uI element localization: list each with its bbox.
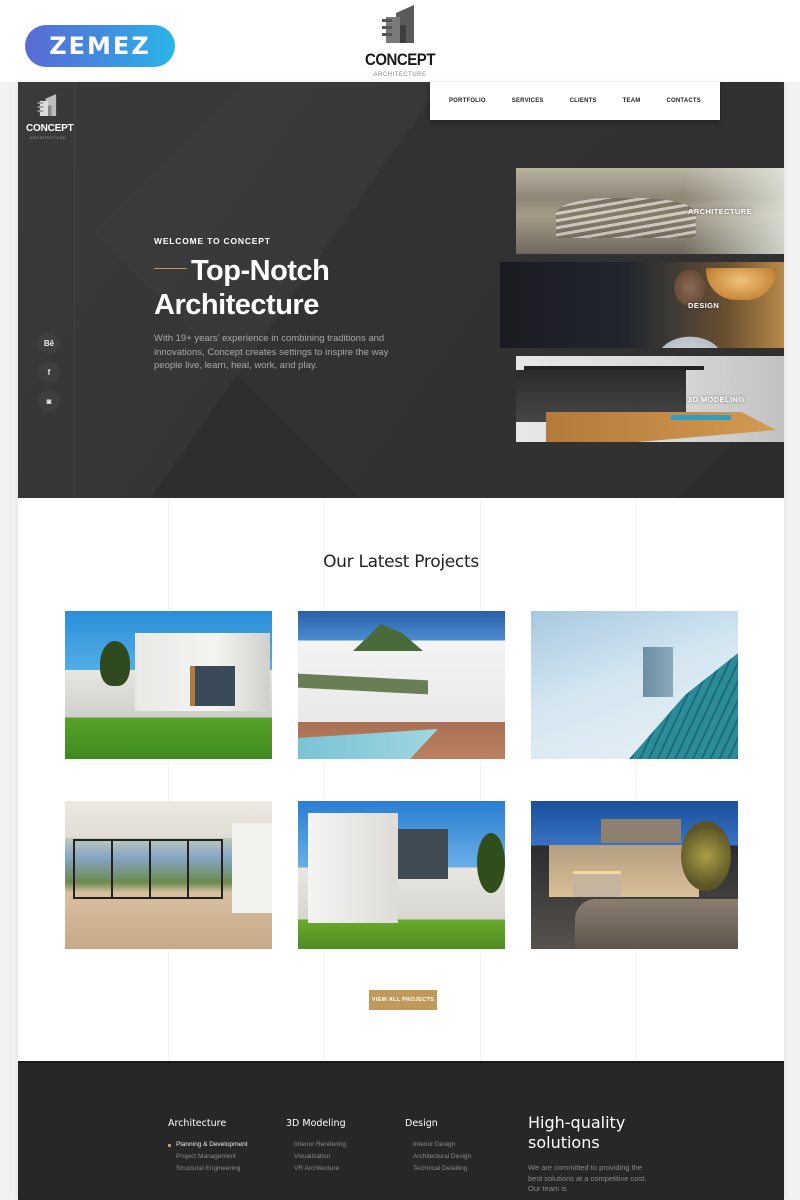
deck-shape [546, 412, 776, 442]
pool-shape [671, 415, 731, 420]
top-bar: ZEMEZ CONCEPT ARCHITECTURE [0, 0, 800, 82]
nav-contacts[interactable]: CONTACTS [666, 98, 701, 104]
hero-text: WELCOME TO CONCEPT Top-Notch Architectur… [154, 236, 414, 373]
footer-link[interactable]: Interior Rendering [286, 1139, 346, 1151]
zemez-logo[interactable]: ZEMEZ [25, 25, 175, 67]
pool-shape [298, 729, 438, 759]
service-label: DESIGN [688, 301, 720, 310]
garage-shape [573, 871, 621, 897]
footer-link[interactable]: Visualization [286, 1151, 346, 1163]
concept-logo[interactable]: CONCEPT ARCHITECTURE [360, 5, 440, 78]
facebook-icon[interactable]: f [38, 361, 60, 383]
project-card[interactable] [531, 611, 738, 759]
footer-link[interactable]: Interior Design [405, 1139, 471, 1151]
brand-name: CONCEPT [364, 50, 436, 69]
footer-column-3d-modeling: 3D Modeling Interior Rendering Visualiza… [286, 1118, 346, 1175]
footer-column-architecture: Architecture Planning & Development Proj… [168, 1118, 248, 1175]
house-shape [549, 845, 699, 897]
service-label: 3D MODELING [688, 395, 745, 404]
instagram-icon[interactable]: ◙ [38, 390, 60, 412]
grid-line [480, 498, 481, 1061]
footer-link[interactable]: Technical Detailing [405, 1163, 471, 1175]
service-label: ARCHITECTURE [688, 207, 752, 216]
project-card[interactable] [531, 801, 738, 949]
hero-description: With 19+ years' experience in combining … [154, 333, 389, 371]
window-shape [190, 666, 235, 706]
page-frame: CONCEPT ARCHITECTURE Bē f ◙ PORTFOLIO SE… [18, 82, 784, 1200]
project-image [353, 624, 423, 651]
headline-line-2: Architecture [154, 289, 319, 321]
hero-eyebrow: WELCOME TO CONCEPT [154, 236, 271, 246]
brand-tagline: ARCHITECTURE [29, 135, 67, 140]
wall-shape [232, 823, 272, 913]
footer-column-title: 3D Modeling [286, 1118, 346, 1129]
project-image [73, 839, 223, 899]
building-logo-icon [382, 5, 414, 43]
project-image [643, 647, 673, 697]
service-image [556, 198, 696, 238]
service-card-design[interactable]: DESIGN [500, 262, 784, 348]
nav-team[interactable]: TEAM [623, 98, 641, 104]
nav-clients[interactable]: CLIENTS [570, 98, 597, 104]
project-card[interactable] [298, 801, 505, 949]
promo-text: We are committed to providing the best s… [528, 1163, 647, 1193]
sidebar-logo[interactable]: CONCEPT ARCHITECTURE [26, 94, 74, 140]
behance-icon[interactable]: Bē [38, 332, 60, 354]
footer-link[interactable]: Structural Engineering [168, 1163, 248, 1175]
projects-title: Our Latest Projects [323, 552, 479, 572]
building-logo-icon [37, 94, 57, 116]
project-image [100, 641, 130, 686]
brand-name: CONCEPT [26, 123, 74, 134]
planter-shape [298, 673, 428, 695]
project-card[interactable] [298, 611, 505, 759]
brand-tagline: ARCHITECTURE [373, 72, 427, 78]
tree-shape [477, 833, 505, 893]
nav-services[interactable]: SERVICES [512, 98, 544, 104]
headline-line-1: Top-Notch [191, 255, 330, 287]
service-card-3d-modeling[interactable]: 3D MODELING [516, 356, 784, 442]
service-card-architecture[interactable]: ARCHITECTURE [516, 168, 784, 254]
tree-shape [681, 821, 731, 891]
accent-rule [154, 267, 187, 270]
hero-section: CONCEPT ARCHITECTURE Bē f ◙ PORTFOLIO SE… [18, 82, 784, 498]
wall-shape [575, 899, 738, 949]
footer-link[interactable]: Project Management [168, 1151, 248, 1163]
sidebar-divider [74, 82, 75, 498]
project-image [601, 819, 681, 843]
grid-line [168, 498, 169, 1061]
hero-headline: Top-Notch Architecture [154, 254, 414, 322]
nav-portfolio[interactable]: PORTFOLIO [449, 98, 486, 104]
footer-link[interactable]: Planning & Development [168, 1139, 248, 1151]
footer: Architecture Planning & Development Proj… [18, 1061, 784, 1200]
project-card[interactable] [65, 801, 272, 949]
footer-link[interactable]: Architectural Design [405, 1151, 471, 1163]
promo-title: High-quality solutions [528, 1113, 626, 1152]
footer-column-title: Design [405, 1118, 438, 1129]
footer-promo: High-quality solutions We are committed … [528, 1113, 648, 1195]
main-nav: PORTFOLIO SERVICES CLIENTS TEAM CONTACTS [430, 82, 720, 120]
window-shape [398, 829, 448, 879]
footer-link[interactable]: VR Architecture [286, 1163, 346, 1175]
grid-line [324, 498, 325, 1061]
grid-line [636, 498, 637, 1061]
roof-shape [524, 366, 704, 370]
view-all-projects-button[interactable]: VIEW ALL PROJECTS [369, 990, 437, 1010]
project-image [308, 813, 398, 923]
footer-column-design: Design Interior Design Architectural Des… [405, 1118, 471, 1175]
project-card[interactable] [65, 611, 272, 759]
footer-column-title: Architecture [168, 1118, 227, 1129]
